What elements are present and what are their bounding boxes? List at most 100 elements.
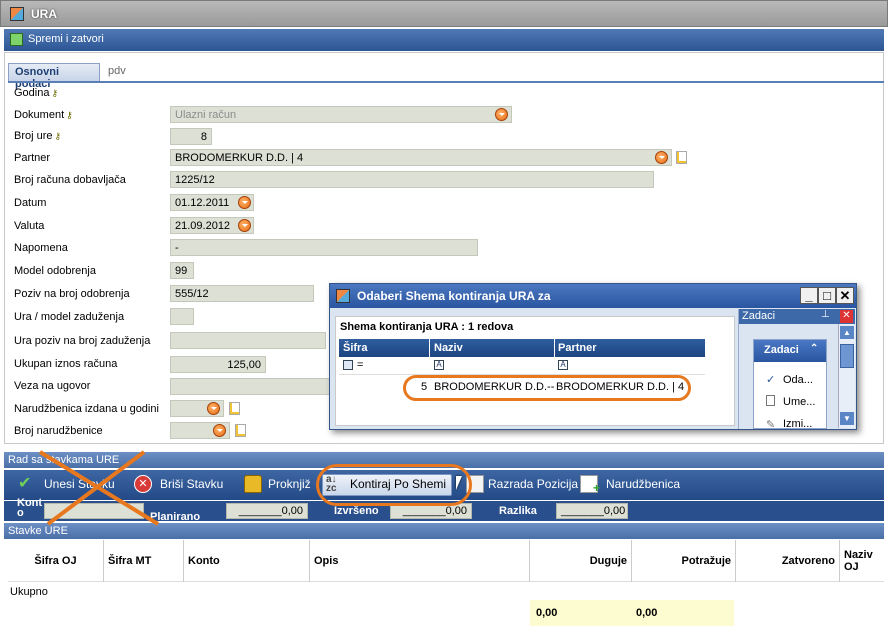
- col-sifra-mt[interactable]: Šifra MT: [104, 540, 184, 582]
- broj-ure-field[interactable]: 8: [170, 128, 212, 145]
- brisi-stavku-button[interactable]: Briši Stavku: [160, 477, 223, 491]
- narudzbenica-button[interactable]: Narudžbenica: [606, 477, 680, 491]
- maximize-button[interactable]: □: [818, 287, 836, 304]
- poziv-zaduzenja-label: Ura poziv na broj zaduženja: [14, 335, 151, 347]
- tab-osnovni-podaci[interactable]: Osnovni podaci: [8, 63, 100, 90]
- col-opis[interactable]: Opis: [310, 540, 530, 582]
- broj-narudzbenice-dropdown-icon[interactable]: [213, 424, 226, 437]
- filter-icon[interactable]: [343, 360, 353, 370]
- annotation-ellipse: [316, 464, 472, 506]
- narudzbenica-note-icon[interactable]: [229, 402, 240, 415]
- save-close-button[interactable]: Spremi i zatvori: [28, 33, 104, 45]
- partner-field[interactable]: BRODOMERKUR D.D. | 4: [170, 149, 672, 166]
- window-title: URA: [31, 7, 57, 21]
- zadaci-group-title: Zadaci: [764, 344, 799, 356]
- zadaci-panel: Zadaci ⊥ ✕ Zadaci ⌃ ✓ Oda... Ume... ✎ Iz…: [738, 309, 855, 431]
- col-sifra-oj[interactable]: Šifra OJ: [8, 540, 104, 582]
- napomena-field[interactable]: -: [170, 239, 478, 256]
- potrazuje-total: 0,00: [636, 607, 658, 619]
- broj-racuna-field[interactable]: 1225/12: [170, 171, 654, 188]
- lock-icon: [244, 475, 262, 493]
- ukupno-label: Ukupno: [10, 586, 48, 598]
- razrada-pozicija-button[interactable]: Razrada Pozicija: [488, 477, 578, 491]
- col-divider: [554, 339, 555, 357]
- zadaci-panel-title-text: Zadaci: [742, 310, 776, 322]
- scroll-thumb[interactable]: [840, 344, 854, 368]
- text-filter-icon[interactable]: A: [434, 360, 444, 370]
- col-naziv-oj[interactable]: Naziv OJ: [840, 540, 884, 582]
- narudzbenica-godina-dropdown-icon[interactable]: [207, 402, 220, 415]
- panel-close-icon[interactable]: ✕: [840, 310, 853, 323]
- close-button[interactable]: ✕: [836, 287, 854, 304]
- valuta-label: Valuta: [14, 220, 45, 232]
- annotation-cross-icon: [38, 450, 160, 526]
- zadaci-panel-title: Zadaci ⊥ ✕: [739, 309, 855, 324]
- model-zaduzenja-field[interactable]: [170, 308, 194, 325]
- model-odobrenja-field[interactable]: 99: [170, 262, 194, 279]
- collapse-icon[interactable]: ⌃: [810, 343, 818, 354]
- shema-list: Shema kontiranja URA : 1 redova Šifra Na…: [335, 316, 735, 426]
- minimize-button[interactable]: _: [800, 287, 818, 304]
- col-potrazuje[interactable]: Potražuje: [632, 540, 736, 582]
- partner-note-icon[interactable]: [676, 151, 687, 164]
- godina-label-text: Godina: [14, 87, 50, 99]
- document-icon: [766, 395, 775, 406]
- veza-ugovor-label: Veza na ugovor: [14, 380, 91, 392]
- ukupan-iznos-label: Ukupan iznos računa: [14, 358, 118, 370]
- dokument-field[interactable]: Ulazni račun: [170, 106, 512, 123]
- edit-icon: ✎: [766, 419, 776, 431]
- broj-narudzbenice-label: Broj narudžbenice: [14, 425, 103, 437]
- broj-racuna-label: Broj računa dobavljača: [14, 174, 126, 186]
- stavke-grid-header: Šifra OJ Šifra MT Konto Opis Duguje Potr…: [8, 540, 884, 582]
- dokument-label: Dokument ⚷: [14, 109, 73, 121]
- partner-dropdown-icon[interactable]: [655, 151, 668, 164]
- task-umetni[interactable]: Ume...: [783, 396, 815, 408]
- text-filter-icon[interactable]: A: [558, 360, 568, 370]
- poziv-zaduzenja-field[interactable]: [170, 332, 326, 349]
- dialog-titlebar: Odaberi Shema kontiranja URA za _ □ ✕: [330, 284, 856, 308]
- broj-ure-label-text: Broj ure: [14, 130, 53, 142]
- main-toolbar: Spremi i zatvori: [4, 29, 884, 51]
- task-odaberi[interactable]: Oda...: [783, 374, 813, 386]
- list-title: Shema kontiranja URA : 1 redova: [340, 321, 514, 333]
- col-zatvoreno[interactable]: Zatvoreno: [736, 540, 840, 582]
- ukupan-iznos-field[interactable]: 125,00: [170, 356, 266, 373]
- window-titlebar: URA: [0, 0, 888, 27]
- col-partner[interactable]: Partner: [558, 342, 597, 354]
- key-icon: ⚷: [66, 110, 73, 120]
- task-izmijeni[interactable]: Izmi...: [783, 418, 812, 430]
- izvrseno-label: Izvršeno: [334, 505, 379, 517]
- planirano-field: _______0,00: [226, 503, 308, 519]
- zadaci-group: Zadaci ⌃ ✓ Oda... Ume... ✎ Izmi...: [753, 339, 827, 431]
- filter-operator[interactable]: =: [357, 359, 363, 371]
- pin-icon[interactable]: ⊥: [821, 309, 830, 320]
- narudzbenica-godina-label: Narudžbenica izdana u godini: [14, 403, 159, 415]
- godina-label: Godina ⚷: [14, 87, 58, 99]
- proknjizi-button[interactable]: Proknjiž: [268, 477, 311, 491]
- col-duguje[interactable]: Duguje: [530, 540, 632, 582]
- app-icon: [10, 7, 24, 21]
- scrollbar[interactable]: ▲ ▼: [838, 324, 855, 428]
- tab-underline: [8, 81, 884, 83]
- tab-pdv[interactable]: pdv: [102, 63, 132, 81]
- dokument-dropdown-icon[interactable]: [495, 108, 508, 121]
- poziv-odobrenja-field[interactable]: 555/12: [170, 285, 314, 302]
- broj-narudzbenice-note-icon[interactable]: [235, 424, 246, 437]
- col-naziv[interactable]: Naziv: [434, 342, 463, 354]
- narudzbenica-icon: +: [580, 475, 600, 495]
- duguje-total: 0,00: [536, 607, 558, 619]
- key-icon: ⚷: [54, 131, 62, 141]
- napomena-label: Napomena: [14, 242, 68, 254]
- col-konto[interactable]: Konto: [184, 540, 310, 582]
- scroll-up-icon[interactable]: ▲: [840, 326, 854, 339]
- save-close-icon: [10, 33, 23, 46]
- col-sifra[interactable]: Šifra: [343, 342, 367, 354]
- valuta-dropdown-icon[interactable]: [238, 219, 251, 232]
- datum-dropdown-icon[interactable]: [238, 196, 251, 209]
- razlika-label: Razlika: [499, 505, 537, 517]
- zadaci-group-header[interactable]: Zadaci ⌃: [754, 340, 826, 362]
- scroll-down-icon[interactable]: ▼: [840, 412, 854, 425]
- veza-ugovor-field[interactable]: [170, 378, 330, 395]
- shema-dialog: Odaberi Shema kontiranja URA za _ □ ✕ Sh…: [329, 283, 857, 431]
- broj-ure-label: Broj ure ⚷: [14, 130, 61, 142]
